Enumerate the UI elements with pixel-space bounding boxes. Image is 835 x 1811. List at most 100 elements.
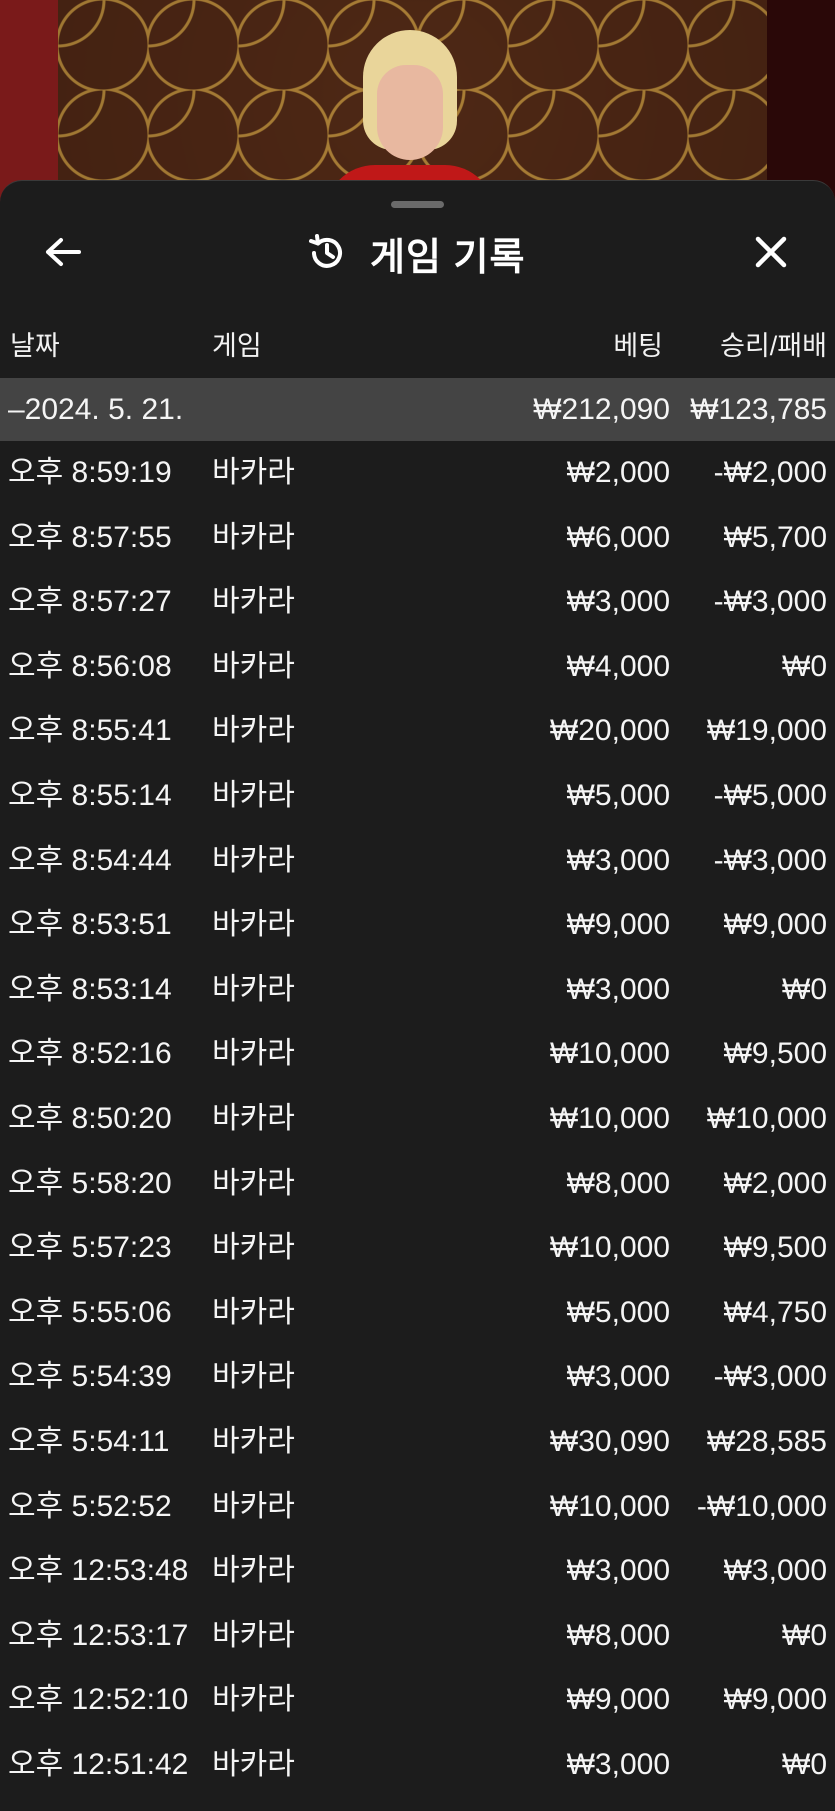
row-time: 오후 5:54:11 (8, 1424, 170, 1458)
row-game: 바카라 (212, 585, 295, 619)
row-bet: ₩9,000 (566, 908, 670, 942)
day-group-bet-total: ₩212,090 (533, 393, 670, 426)
table-row[interactable]: 오후 5:54:11 바카라 ₩30,090 ₩28,585 (0, 1410, 835, 1475)
history-rows: 오후 8:59:19 바카라 ₩2,000 -₩2,000 오후 8:57:55 바카라 ₩… (0, 441, 835, 1797)
row-time: 오후 8:57:55 (8, 520, 172, 554)
table-row[interactable]: 오후 8:59:19 바카라 ₩2,000 -₩2,000 (0, 441, 835, 506)
game-history-sheet: 게임 기록 날짜 게임 베팅 승리/패배 –2024. 5. 21. ₩212,… (0, 180, 835, 1811)
table-row[interactable]: 오후 8:55:14 바카라 ₩5,000 -₩5,000 (0, 764, 835, 829)
row-game: 바카라 (212, 1101, 295, 1135)
row-game: 바카라 (212, 1424, 295, 1458)
table-row[interactable]: 오후 8:50:20 바카라 ₩10,000 ₩10,000 (0, 1087, 835, 1152)
row-game: 바카라 (212, 1231, 295, 1265)
row-win-loss: ₩9,000 (723, 908, 827, 942)
row-game: 바카라 (212, 1747, 295, 1781)
row-time: 오후 8:52:16 (8, 1037, 172, 1071)
table-row[interactable]: 오후 8:52:16 바카라 ₩10,000 ₩9,500 (0, 1022, 835, 1087)
row-time: 오후 8:53:51 (8, 908, 172, 942)
table-row[interactable]: 오후 8:57:27 바카라 ₩3,000 -₩3,000 (0, 570, 835, 635)
table-row[interactable]: 오후 12:52:10 바카라 ₩9,000 ₩9,000 (0, 1668, 835, 1733)
day-group-row[interactable]: –2024. 5. 21. ₩212,090 ₩123,785 (0, 378, 835, 441)
row-game: 바카라 (212, 456, 295, 489)
row-time: 오후 8:59:19 (8, 456, 172, 489)
close-icon (755, 236, 787, 268)
row-win-loss: ₩2,000 (723, 1166, 827, 1200)
row-win-loss: -₩3,000 (713, 843, 827, 877)
row-bet: ₩3,000 (566, 1554, 670, 1588)
table-row[interactable]: 오후 8:57:55 바카라 ₩6,000 ₩5,700 (0, 506, 835, 571)
row-win-loss: ₩0 (782, 972, 827, 1006)
row-win-loss: ₩4,750 (723, 1295, 827, 1329)
table-row[interactable]: 오후 12:51:42 바카라 ₩3,000 ₩0 (0, 1733, 835, 1798)
table-row[interactable]: 오후 8:54:44 바카라 ₩3,000 -₩3,000 (0, 829, 835, 894)
row-time: 오후 12:53:48 (8, 1554, 189, 1588)
row-game: 바카라 (212, 1554, 295, 1588)
row-bet: ₩10,000 (549, 1101, 670, 1135)
column-header-date[interactable]: 날짜 (10, 316, 60, 376)
row-game: 바카라 (212, 972, 295, 1006)
history-table: –2024. 5. 21. ₩212,090 ₩123,785 오후 8:59:… (0, 378, 835, 1797)
table-row[interactable]: 오후 8:53:51 바카라 ₩9,000 ₩9,000 (0, 893, 835, 958)
column-header-win-loss[interactable]: 승리/패배 (720, 316, 827, 376)
row-win-loss: ₩9,500 (723, 1231, 827, 1265)
row-bet: ₩9,000 (566, 1683, 670, 1717)
row-bet: ₩3,000 (566, 585, 670, 619)
table-row[interactable]: 오후 8:53:14 바카라 ₩3,000 ₩0 (0, 958, 835, 1023)
arrow-left-icon (46, 238, 81, 266)
row-game: 바카라 (212, 1618, 295, 1652)
row-win-loss: ₩9,000 (723, 1683, 827, 1717)
row-bet: ₩3,000 (566, 1360, 670, 1394)
table-row[interactable]: 오후 12:53:17 바카라 ₩8,000 ₩0 (0, 1604, 835, 1669)
row-win-loss: ₩0 (782, 1747, 827, 1781)
row-bet: ₩20,000 (549, 714, 670, 748)
row-time: 오후 8:55:14 (8, 778, 172, 812)
row-bet: ₩3,000 (566, 843, 670, 877)
row-game: 바카라 (212, 1166, 295, 1200)
table-row[interactable]: 오후 12:53:48 바카라 ₩3,000 ₩3,000 (0, 1539, 835, 1604)
row-game: 바카라 (212, 843, 295, 877)
table-row[interactable]: 오후 5:52:52 바카라 ₩10,000 -₩10,000 (0, 1475, 835, 1540)
table-row[interactable]: 오후 8:55:41 바카라 ₩20,000 ₩19,000 (0, 699, 835, 764)
table-header: 날짜 게임 베팅 승리/패배 (0, 316, 835, 376)
history-icon (309, 234, 342, 268)
day-group-win-loss-total: ₩123,785 (690, 393, 827, 426)
column-header-bet[interactable]: 베팅 (613, 316, 663, 376)
sheet-drag-handle[interactable] (391, 201, 444, 208)
row-game: 바카라 (212, 1360, 295, 1394)
close-button[interactable] (748, 229, 794, 275)
table-row[interactable]: 오후 5:58:20 바카라 ₩8,000 ₩2,000 (0, 1152, 835, 1217)
row-game: 바카라 (212, 1037, 295, 1071)
row-bet: ₩3,000 (566, 1747, 670, 1781)
row-game: 바카라 (212, 778, 295, 812)
row-win-loss: -₩3,000 (713, 585, 827, 619)
row-time: 오후 5:52:52 (8, 1489, 172, 1523)
row-bet: ₩8,000 (566, 1166, 670, 1200)
row-game: 바카라 (212, 1489, 295, 1523)
table-row[interactable]: 오후 8:56:08 바카라 ₩4,000 ₩0 (0, 635, 835, 700)
row-time: 오후 8:53:14 (8, 972, 172, 1006)
table-row[interactable]: 오후 5:57:23 바카라 ₩10,000 ₩9,500 (0, 1216, 835, 1281)
table-row[interactable]: 오후 5:54:39 바카라 ₩3,000 -₩3,000 (0, 1345, 835, 1410)
day-group-date: –2024. 5. 21. (8, 393, 184, 426)
row-bet: ₩6,000 (566, 520, 670, 554)
row-win-loss: ₩0 (782, 1618, 827, 1652)
row-win-loss: ₩9,500 (723, 1037, 827, 1071)
row-win-loss: -₩2,000 (713, 456, 827, 489)
row-win-loss: -₩3,000 (713, 1360, 827, 1394)
row-time: 오후 12:52:10 (8, 1683, 189, 1717)
row-bet: ₩10,000 (549, 1489, 670, 1523)
row-time: 오후 5:55:06 (8, 1295, 172, 1329)
row-win-loss: ₩19,000 (706, 714, 827, 748)
row-bet: ₩4,000 (566, 649, 670, 683)
row-win-loss: ₩5,700 (723, 520, 827, 554)
row-game: 바카라 (212, 1295, 295, 1329)
row-time: 오후 8:55:41 (8, 714, 172, 748)
table-row[interactable]: 오후 5:55:06 바카라 ₩5,000 ₩4,750 (0, 1281, 835, 1346)
row-time: 오후 12:51:42 (8, 1747, 189, 1781)
row-bet: ₩5,000 (566, 778, 670, 812)
column-header-game[interactable]: 게임 (212, 316, 262, 376)
row-bet: ₩5,000 (566, 1295, 670, 1329)
row-bet: ₩3,000 (566, 972, 670, 1006)
row-game: 바카라 (212, 649, 295, 683)
back-button[interactable] (40, 229, 86, 275)
